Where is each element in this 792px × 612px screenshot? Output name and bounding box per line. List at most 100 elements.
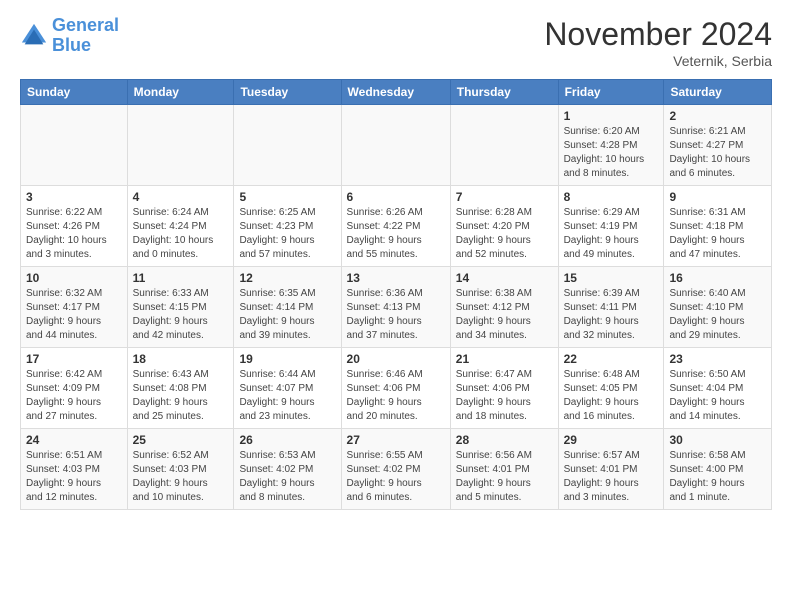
day-info: Sunrise: 6:25 AM Sunset: 4:23 PM Dayligh…: [239, 206, 335, 262]
day-cell: 14Sunrise: 6:38 AM Sunset: 4:12 PM Dayli…: [450, 267, 558, 348]
day-cell: 28 Sunrise: 6:56 AM Sunset: 4:01 PM Dayli…: [450, 429, 558, 510]
day-info: Sunrise: 6:51 AM Sunset: 4:03 PM Dayligh…: [26, 449, 122, 505]
day-number: 30: [669, 433, 766, 447]
day-cell: [127, 105, 234, 186]
day-cell: 18 Sunrise: 6:43 AM Sunset: 4:08 PM Dayli…: [127, 348, 234, 429]
day-info: Sunrise: 6:24 AM Sunset: 4:24 PM Dayligh…: [133, 206, 229, 262]
day-number: 20: [347, 352, 445, 366]
day-number: 16: [669, 271, 766, 285]
day-number: 19: [239, 352, 335, 366]
day-info: Sunrise: 6:46 AM Sunset: 4:06 PM Dayligh…: [347, 368, 445, 424]
col-header-sunday: Sunday: [21, 80, 128, 105]
day-info: Sunrise: 6:31 AM Sunset: 4:18 PM Dayligh…: [669, 206, 766, 262]
col-header-saturday: Saturday: [664, 80, 772, 105]
day-number: 29: [564, 433, 659, 447]
day-info: Sunrise: 6:52 AM Sunset: 4:03 PM Dayligh…: [133, 449, 229, 505]
day-number: 4: [133, 190, 229, 204]
header-row: SundayMondayTuesdayWednesdayThursdayFrid…: [21, 80, 772, 105]
day-number: 24: [26, 433, 122, 447]
day-number: 9: [669, 190, 766, 204]
day-info: Sunrise: 6:47 AM Sunset: 4:06 PM Dayligh…: [456, 368, 553, 424]
day-cell: 2Sunrise: 6:21 AM Sunset: 4:27 PM Daylig…: [664, 105, 772, 186]
day-cell: 23 Sunrise: 6:50 AM Sunset: 4:04 PM Dayli…: [664, 348, 772, 429]
day-number: 22: [564, 352, 659, 366]
day-cell: 21 Sunrise: 6:47 AM Sunset: 4:06 PM Dayli…: [450, 348, 558, 429]
day-info: Sunrise: 6:20 AM Sunset: 4:28 PM Dayligh…: [564, 125, 659, 181]
day-cell: 30 Sunrise: 6:58 AM Sunset: 4:00 PM Dayli…: [664, 429, 772, 510]
col-header-tuesday: Tuesday: [234, 80, 341, 105]
day-number: 26: [239, 433, 335, 447]
day-number: 25: [133, 433, 229, 447]
header: General Blue November 2024 Veternik, Ser…: [20, 16, 772, 69]
day-info: Sunrise: 6:33 AM Sunset: 4:15 PM Dayligh…: [133, 287, 229, 343]
col-header-monday: Monday: [127, 80, 234, 105]
logo-general: General: [52, 15, 119, 35]
day-info: Sunrise: 6:26 AM Sunset: 4:22 PM Dayligh…: [347, 206, 445, 262]
day-number: 3: [26, 190, 122, 204]
day-number: 14: [456, 271, 553, 285]
day-number: 8: [564, 190, 659, 204]
day-info: Sunrise: 6:48 AM Sunset: 4:05 PM Dayligh…: [564, 368, 659, 424]
calendar-table: SundayMondayTuesdayWednesdayThursdayFrid…: [20, 79, 772, 510]
day-cell: 24 Sunrise: 6:51 AM Sunset: 4:03 PM Dayli…: [21, 429, 128, 510]
day-cell: 26 Sunrise: 6:53 AM Sunset: 4:02 PM Dayli…: [234, 429, 341, 510]
day-info: Sunrise: 6:58 AM Sunset: 4:00 PM Dayligh…: [669, 449, 766, 505]
page: General Blue November 2024 Veternik, Ser…: [0, 0, 792, 520]
day-info: Sunrise: 6:56 AM Sunset: 4:01 PM Dayligh…: [456, 449, 553, 505]
day-cell: [21, 105, 128, 186]
day-cell: 7Sunrise: 6:28 AM Sunset: 4:20 PM Daylig…: [450, 186, 558, 267]
day-cell: 22 Sunrise: 6:48 AM Sunset: 4:05 PM Dayli…: [558, 348, 664, 429]
day-cell: 17 Sunrise: 6:42 AM Sunset: 4:09 PM Dayli…: [21, 348, 128, 429]
month-title: November 2024: [544, 16, 772, 53]
day-info: Sunrise: 6:28 AM Sunset: 4:20 PM Dayligh…: [456, 206, 553, 262]
day-cell: [234, 105, 341, 186]
logo: General Blue: [20, 16, 119, 56]
day-info: Sunrise: 6:21 AM Sunset: 4:27 PM Dayligh…: [669, 125, 766, 181]
day-number: 12: [239, 271, 335, 285]
week-row-4: 17 Sunrise: 6:42 AM Sunset: 4:09 PM Dayli…: [21, 348, 772, 429]
day-cell: [450, 105, 558, 186]
location: Veternik, Serbia: [544, 53, 772, 69]
day-cell: 27 Sunrise: 6:55 AM Sunset: 4:02 PM Dayli…: [341, 429, 450, 510]
day-cell: 12Sunrise: 6:35 AM Sunset: 4:14 PM Dayli…: [234, 267, 341, 348]
day-info: Sunrise: 6:53 AM Sunset: 4:02 PM Dayligh…: [239, 449, 335, 505]
week-row-2: 3 Sunrise: 6:22 AM Sunset: 4:26 PM Daylig…: [21, 186, 772, 267]
day-info: Sunrise: 6:36 AM Sunset: 4:13 PM Dayligh…: [347, 287, 445, 343]
day-number: 17: [26, 352, 122, 366]
col-header-thursday: Thursday: [450, 80, 558, 105]
logo-blue: Blue: [52, 35, 91, 55]
week-row-1: 1Sunrise: 6:20 AM Sunset: 4:28 PM Daylig…: [21, 105, 772, 186]
day-info: Sunrise: 6:43 AM Sunset: 4:08 PM Dayligh…: [133, 368, 229, 424]
day-cell: 29 Sunrise: 6:57 AM Sunset: 4:01 PM Dayli…: [558, 429, 664, 510]
day-cell: 1Sunrise: 6:20 AM Sunset: 4:28 PM Daylig…: [558, 105, 664, 186]
day-info: Sunrise: 6:57 AM Sunset: 4:01 PM Dayligh…: [564, 449, 659, 505]
day-cell: 8Sunrise: 6:29 AM Sunset: 4:19 PM Daylig…: [558, 186, 664, 267]
day-cell: [341, 105, 450, 186]
day-info: Sunrise: 6:50 AM Sunset: 4:04 PM Dayligh…: [669, 368, 766, 424]
day-cell: 13 Sunrise: 6:36 AM Sunset: 4:13 PM Dayli…: [341, 267, 450, 348]
title-block: November 2024 Veternik, Serbia: [544, 16, 772, 69]
day-number: 11: [133, 271, 229, 285]
day-cell: 5Sunrise: 6:25 AM Sunset: 4:23 PM Daylig…: [234, 186, 341, 267]
day-info: Sunrise: 6:40 AM Sunset: 4:10 PM Dayligh…: [669, 287, 766, 343]
day-info: Sunrise: 6:22 AM Sunset: 4:26 PM Dayligh…: [26, 206, 122, 262]
day-number: 28: [456, 433, 553, 447]
day-info: Sunrise: 6:55 AM Sunset: 4:02 PM Dayligh…: [347, 449, 445, 505]
day-number: 18: [133, 352, 229, 366]
day-info: Sunrise: 6:39 AM Sunset: 4:11 PM Dayligh…: [564, 287, 659, 343]
day-number: 13: [347, 271, 445, 285]
day-info: Sunrise: 6:42 AM Sunset: 4:09 PM Dayligh…: [26, 368, 122, 424]
day-number: 23: [669, 352, 766, 366]
day-cell: 19 Sunrise: 6:44 AM Sunset: 4:07 PM Dayli…: [234, 348, 341, 429]
day-cell: 16 Sunrise: 6:40 AM Sunset: 4:10 PM Dayli…: [664, 267, 772, 348]
day-info: Sunrise: 6:44 AM Sunset: 4:07 PM Dayligh…: [239, 368, 335, 424]
day-cell: 25 Sunrise: 6:52 AM Sunset: 4:03 PM Dayli…: [127, 429, 234, 510]
day-cell: 20 Sunrise: 6:46 AM Sunset: 4:06 PM Dayli…: [341, 348, 450, 429]
logo-text: General Blue: [52, 16, 119, 56]
day-number: 6: [347, 190, 445, 204]
day-number: 21: [456, 352, 553, 366]
day-number: 15: [564, 271, 659, 285]
day-number: 27: [347, 433, 445, 447]
day-cell: 3 Sunrise: 6:22 AM Sunset: 4:26 PM Daylig…: [21, 186, 128, 267]
day-cell: 10Sunrise: 6:32 AM Sunset: 4:17 PM Dayli…: [21, 267, 128, 348]
